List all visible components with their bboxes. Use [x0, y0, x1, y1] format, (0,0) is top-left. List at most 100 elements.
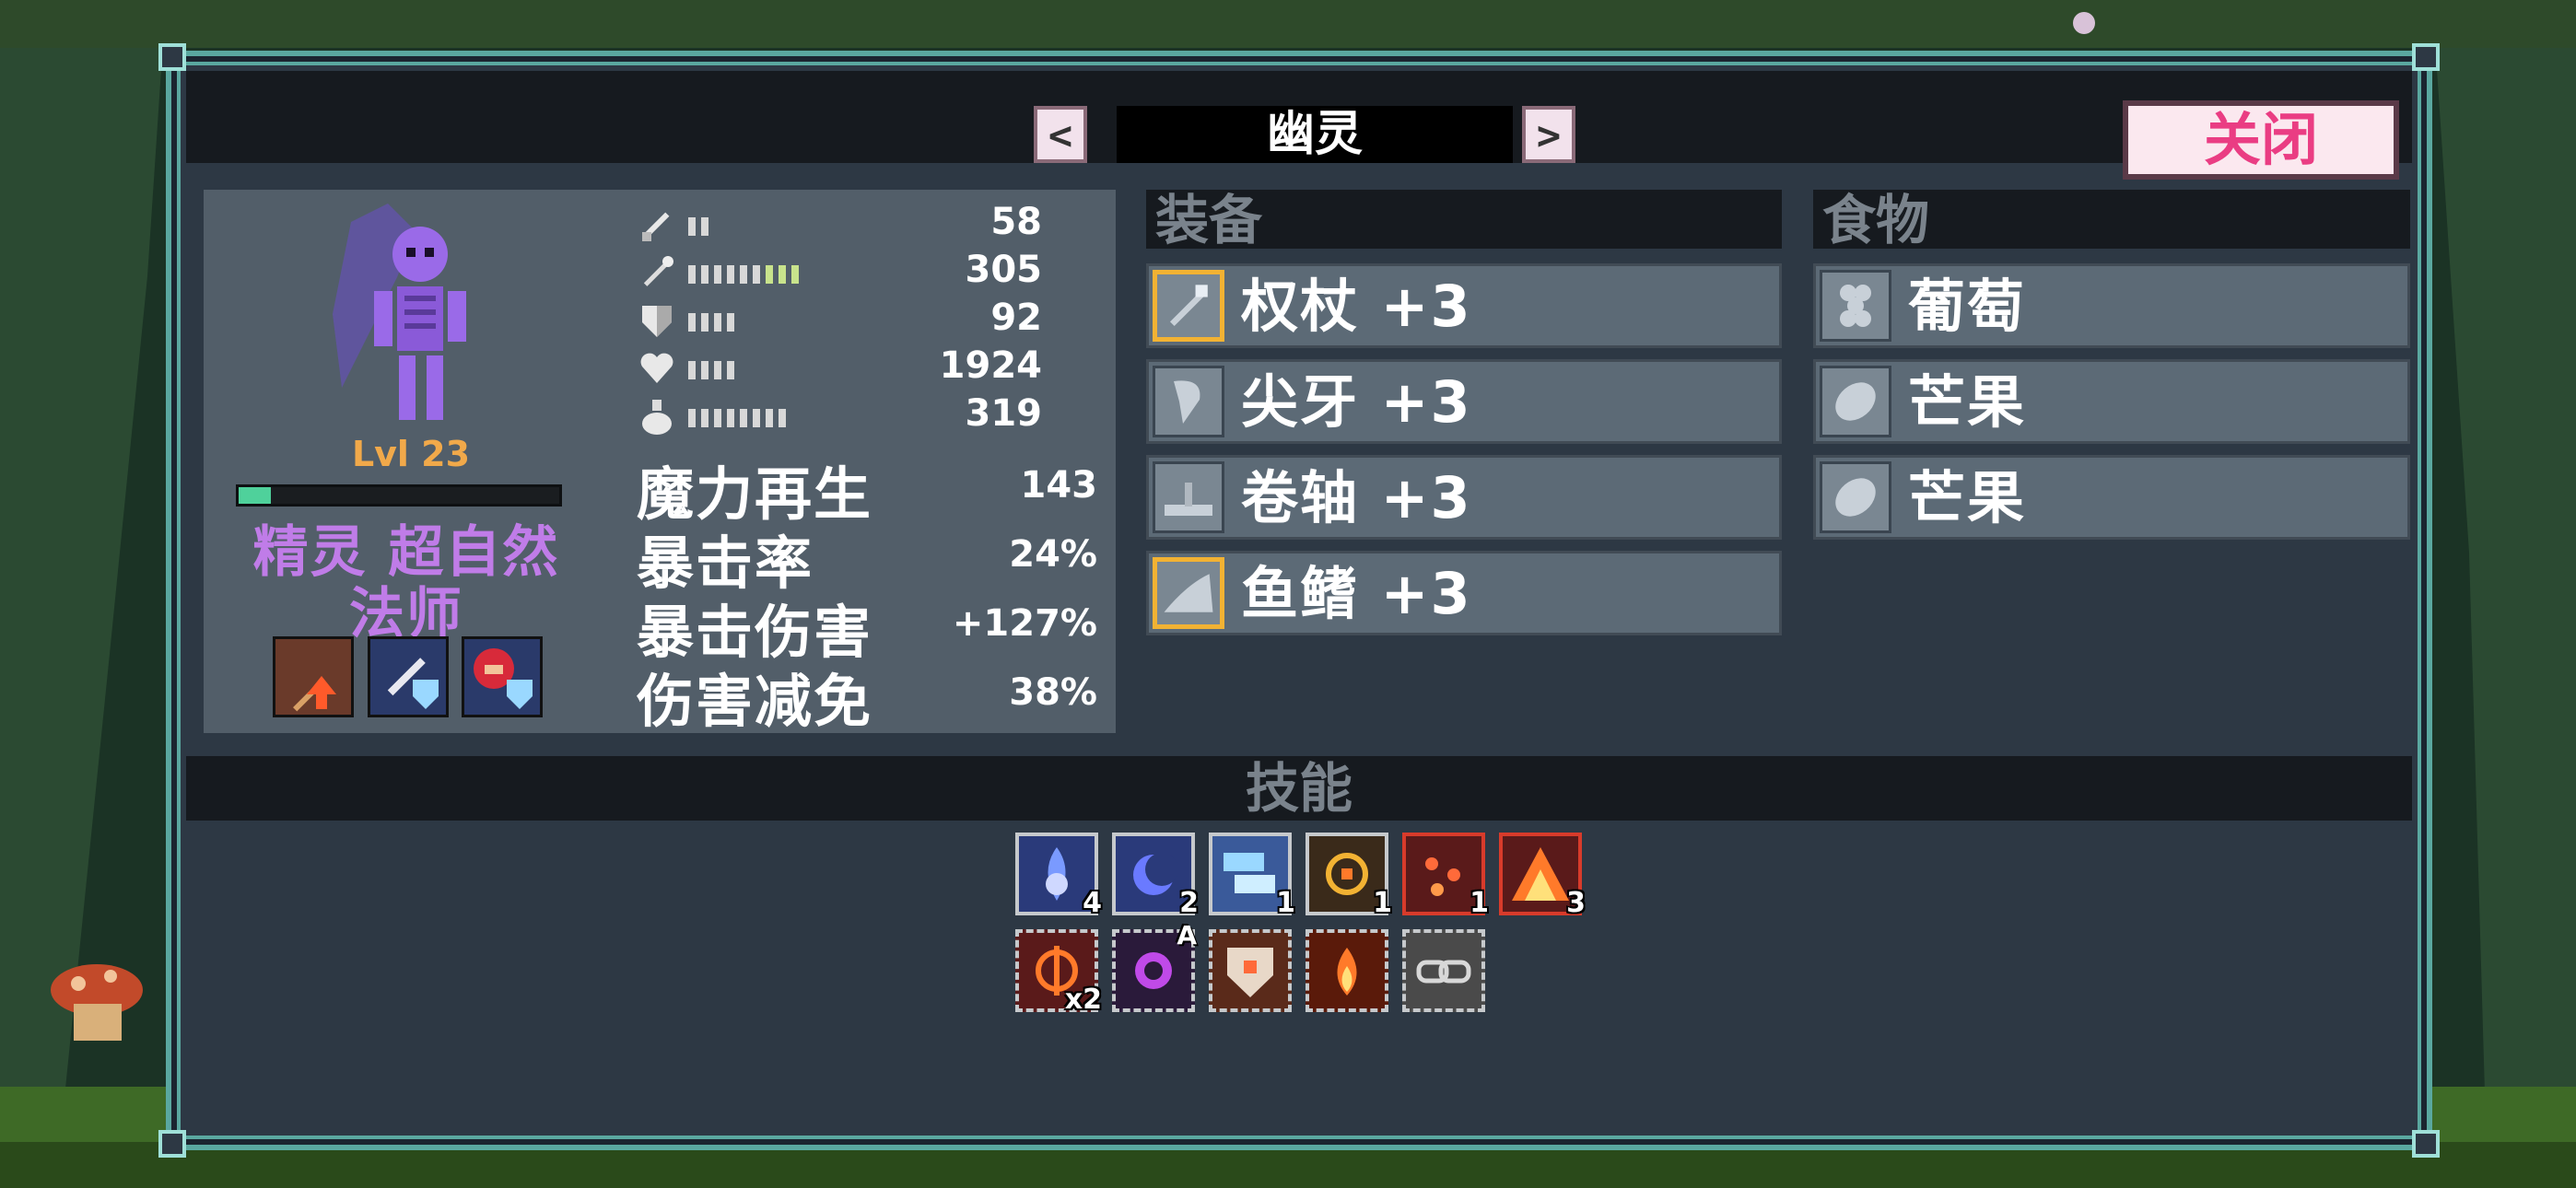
food-label: 葡萄 — [1908, 273, 2027, 340]
character-panel: < 幽灵 > 关闭 Lvl 23 精灵 超自然 法师 58 305 92 192… — [158, 43, 2440, 1158]
mango-icon — [1820, 366, 1891, 437]
stat-pips — [688, 409, 786, 427]
stat-pip — [779, 409, 786, 427]
stat-pip — [740, 265, 747, 284]
stat-pip — [701, 313, 708, 332]
stat-row: 58 — [637, 201, 1097, 247]
equipment-header: 装备 — [1146, 190, 1782, 250]
flame-icon[interactable] — [1306, 929, 1388, 1012]
skill-mark: A — [1177, 920, 1197, 950]
hood-shield-buff-icon[interactable] — [462, 636, 543, 717]
shield-icon — [637, 300, 677, 341]
next-character-button[interactable]: > — [1522, 106, 1575, 163]
stat-value: 92 — [990, 297, 1042, 339]
moon-orb-icon[interactable]: 2 — [1112, 833, 1199, 919]
heart-icon — [637, 348, 677, 389]
rune-shield-icon[interactable] — [1209, 929, 1292, 1012]
equipment-slot[interactable]: 鱼鳍 +3 — [1146, 551, 1782, 635]
sun-sigil-icon[interactable]: 1 — [1306, 833, 1392, 919]
stat-value: 58 — [990, 201, 1042, 243]
corner-ornament — [158, 43, 186, 71]
damage-reduction-label: 伤害减免 — [637, 668, 873, 735]
stat-pip — [727, 361, 734, 379]
equipment-slot[interactable]: 尖牙 +3 — [1146, 359, 1782, 444]
stat-pip — [714, 409, 721, 427]
damage-reduction-value: 38% — [1009, 671, 1097, 714]
crit-rate-value: 24% — [1009, 533, 1097, 576]
corner-ornament — [2412, 43, 2440, 71]
frost-cloud-icon[interactable]: 1 — [1209, 833, 1295, 919]
sword-shield-buff-icon[interactable] — [368, 636, 449, 717]
stat-pip — [714, 265, 721, 284]
stat-row: 305 — [637, 249, 1097, 295]
stat-pip — [701, 409, 708, 427]
corner-ornament — [2412, 1130, 2440, 1158]
stat-pips — [688, 217, 708, 236]
wand-icon — [1153, 270, 1224, 342]
stat-pip — [727, 265, 734, 284]
ember-sparks-icon[interactable]: 1 — [1402, 833, 1489, 919]
stat-pip — [714, 361, 721, 379]
stat-pip — [779, 265, 786, 284]
stat-value: 319 — [965, 392, 1043, 435]
stat-pip — [766, 409, 773, 427]
equipment-slot[interactable]: 卷轴 +3 — [1146, 455, 1782, 540]
stat-pip — [688, 409, 696, 427]
level-label: Lvl 23 — [351, 434, 471, 474]
crit-damage-value: +127% — [952, 602, 1097, 645]
stat-pip — [688, 361, 696, 379]
xp-bar — [236, 484, 562, 507]
stat-row: 1924 — [637, 344, 1097, 390]
stat-pip — [688, 265, 696, 284]
chain-link-icon[interactable] — [1402, 929, 1485, 1012]
prev-character-button[interactable]: < — [1034, 106, 1087, 163]
stat-pips — [688, 265, 799, 284]
mana-flask-icon — [637, 396, 677, 437]
equipment-label: 卷轴 +3 — [1241, 464, 1472, 531]
equipment-label: 权杖 +3 — [1241, 273, 1472, 340]
spirit-flame-icon[interactable]: 4 — [1015, 833, 1102, 919]
skill-count: 1 — [1373, 887, 1392, 919]
stat-pip — [766, 265, 773, 284]
skill-count: 4 — [1083, 887, 1102, 919]
equipment-label: 尖牙 +3 — [1241, 368, 1472, 436]
stat-pip — [714, 313, 721, 332]
skill-count: 1 — [1276, 887, 1295, 919]
stat-pips — [688, 361, 734, 379]
crosshair-icon[interactable]: x2 — [1015, 929, 1102, 1016]
void-orb-icon[interactable]: A — [1112, 920, 1197, 1012]
staff-icon — [637, 252, 677, 293]
corner-ornament — [158, 1130, 186, 1158]
scroll-icon — [1153, 461, 1224, 533]
food-slot[interactable]: 葡萄 — [1813, 263, 2410, 348]
skill-count: 1 — [1469, 887, 1489, 919]
stat-value: 305 — [965, 249, 1043, 291]
food-label: 芒果 — [1908, 368, 2027, 436]
stat-pips — [688, 313, 734, 332]
mango-icon — [1820, 461, 1891, 533]
stat-pip — [701, 265, 708, 284]
equipment-slot[interactable]: 权杖 +3 — [1146, 263, 1782, 348]
skill-count: 3 — [1566, 887, 1586, 919]
stat-row: 319 — [637, 392, 1097, 438]
mana-regen-value: 143 — [1020, 464, 1098, 507]
staff-buff-icon[interactable] — [273, 636, 354, 717]
stat-pip — [701, 217, 708, 236]
sword-icon — [637, 204, 677, 245]
stat-pip — [688, 313, 696, 332]
stat-value: 1924 — [939, 344, 1042, 387]
fang-icon — [1153, 366, 1224, 437]
grape-icon — [1820, 270, 1891, 342]
skill-count: x2 — [1064, 984, 1102, 1016]
stat-pip — [688, 217, 696, 236]
stat-pip — [740, 409, 747, 427]
stat-pip — [701, 361, 708, 379]
skill-count: 2 — [1179, 887, 1199, 919]
close-button[interactable]: 关闭 — [2123, 100, 2399, 180]
ghost-skeleton-sprite — [333, 204, 466, 420]
food-slot[interactable]: 芒果 — [1813, 359, 2410, 444]
food-slot[interactable]: 芒果 — [1813, 455, 2410, 540]
stat-pip — [791, 265, 799, 284]
fire-burst-icon[interactable]: 3 — [1499, 833, 1586, 919]
character-name: 幽灵 — [1117, 106, 1513, 163]
